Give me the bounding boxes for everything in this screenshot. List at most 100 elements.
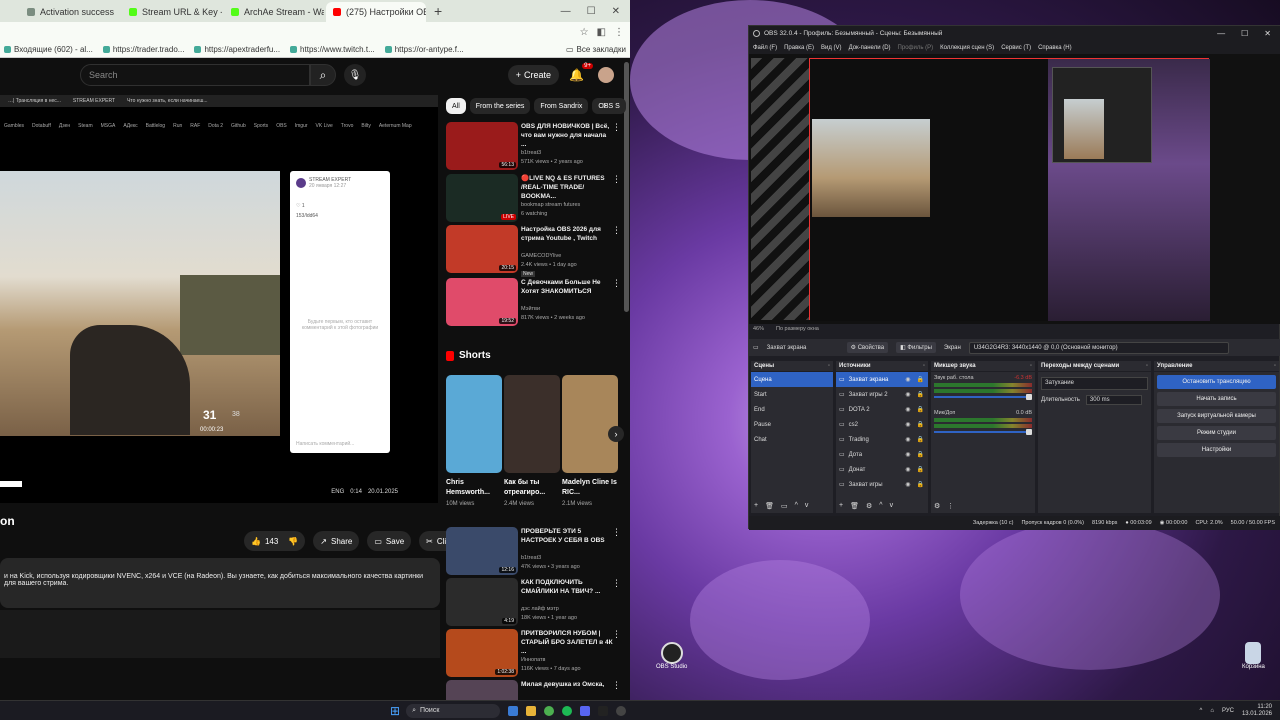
recommendation-title[interactable]: КАК ПОДКЛЮЧИТЬ СМАЙЛИКИ НА ТВИЧ? ...	[521, 578, 613, 596]
eye-icon[interactable]: ◉	[905, 481, 910, 488]
maximize-icon[interactable]: ☐	[587, 6, 596, 17]
clock[interactable]: 11:20 13.01.2026	[1242, 704, 1272, 718]
chrome-icon[interactable]	[544, 705, 555, 716]
video-thumbnail[interactable]	[446, 680, 518, 700]
channel-name[interactable]: Иннопатв	[521, 657, 545, 663]
channel-name[interactable]: bookmap stream futures	[521, 202, 580, 208]
eye-icon[interactable]: ◉	[905, 466, 910, 473]
recommendation-item[interactable]: 19:52 С Девочками Больше Не Хотят ЗНАКОМИ…	[446, 278, 626, 328]
browser-tab-active[interactable]: (275) Настройки OBS для Kick✕	[326, 2, 426, 22]
bookmark-item[interactable]: https://trader.trado...	[102, 45, 184, 54]
lock-icon[interactable]: 🔒	[917, 376, 924, 383]
windows-start-icon[interactable]: ⊞	[390, 704, 400, 718]
preview-canvas[interactable]	[809, 58, 1210, 321]
volume-slider[interactable]	[934, 394, 1032, 400]
more-icon[interactable]: ⋮	[612, 680, 621, 691]
video-thumbnail[interactable]: 12:16	[446, 527, 518, 575]
minimize-icon[interactable]: —	[561, 6, 571, 17]
dock-menu-icon[interactable]: ▫	[828, 363, 833, 369]
move-down-icon[interactable]: v	[890, 502, 894, 510]
lock-icon[interactable]: 🔒	[917, 481, 924, 488]
video-description[interactable]: и на Kick, используя кодировщики NVENC, …	[0, 558, 440, 608]
obs-menu-item[interactable]: Справка (H)	[1038, 45, 1072, 51]
chevron-right-icon[interactable]: ›	[603, 100, 606, 111]
eye-icon[interactable]: ◉	[905, 451, 910, 458]
bookmark-item[interactable]: https://apextraderfu...	[194, 45, 280, 54]
more-icon[interactable]: ⋮	[612, 629, 621, 640]
recommendation-title[interactable]: OBS ДЛЯ НОВИЧКОВ | Всё, что вам нужно дл…	[521, 122, 613, 149]
taskbar-search[interactable]: ⌕ Поиск	[406, 703, 501, 718]
display-select[interactable]: U34G2G4R3: 3440x1440 @ 0,0 (Основной мон…	[968, 341, 1229, 354]
recommendation-item[interactable]: Милая девушка из Омска, ⋮	[446, 680, 626, 700]
trash-icon[interactable]: 🗑	[850, 502, 859, 510]
filter-icon[interactable]: ▭	[781, 502, 788, 510]
recommendation-title[interactable]: Милая девушка из Омска,	[521, 680, 613, 689]
more-icon[interactable]: ⋮	[612, 225, 621, 236]
browser-tab[interactable]: ArchAe Stream - Watch Live o✕	[224, 2, 324, 22]
scene-item[interactable]: Сцена	[751, 372, 833, 387]
short-title[interactable]: Madelyn Cline Is RIC...	[562, 478, 618, 498]
mic-icon[interactable]: 🎙	[344, 64, 366, 86]
steam-icon[interactable]	[598, 705, 609, 716]
short-thumbnail[interactable]	[446, 375, 502, 473]
chip-series[interactable]: From the series	[469, 98, 531, 114]
video-player[interactable]: …| Трансляция в нес... STREAM EXPERT Что…	[0, 95, 438, 503]
video-thumbnail[interactable]: 20:15	[446, 225, 518, 273]
move-up-icon[interactable]: ^	[795, 502, 798, 510]
source-item[interactable]: ▭ Захват игры ◉ 🔒	[836, 477, 928, 492]
thumbs-down-icon[interactable]: 👎	[288, 537, 298, 546]
eye-icon[interactable]: ◉	[905, 391, 910, 398]
lock-icon[interactable]: 🔒	[917, 451, 924, 458]
channel-name[interactable]: GAMECODYlive	[521, 253, 561, 259]
more-icon[interactable]: ⋮	[947, 502, 954, 510]
minimize-icon[interactable]: —	[1217, 29, 1225, 38]
lock-icon[interactable]: 🔒	[917, 466, 924, 473]
share-button[interactable]: ↗ Share	[313, 531, 360, 551]
recommendation-item[interactable]: 20:15 Настройка OBS 2026 для стрима Youtu…	[446, 225, 626, 277]
obs-menu-item[interactable]: Профиль (P)	[898, 45, 934, 51]
trash-icon[interactable]: 🗑	[765, 502, 774, 510]
volume-slider[interactable]	[934, 429, 1032, 435]
like-button[interactable]: 👍 143 👎	[244, 531, 306, 551]
add-icon[interactable]: +	[839, 502, 843, 510]
desktop-icon-obs[interactable]: OBS Studio	[656, 642, 687, 670]
eye-icon[interactable]: ◉	[905, 436, 910, 443]
desktop-icon-recycle-bin[interactable]: Корзина	[1242, 642, 1265, 670]
discord-icon[interactable]	[580, 705, 591, 716]
more-icon[interactable]: ⋮	[612, 527, 621, 538]
source-item[interactable]: ▭ Захват экрана ◉ 🔒	[836, 372, 928, 387]
source-item[interactable]: ▭ cs2 ◉ 🔒	[836, 417, 928, 432]
settings-button[interactable]: Настройки	[1157, 443, 1276, 457]
chip-channel[interactable]: From Sandrix	[534, 98, 589, 114]
source-item[interactable]: ▭ Дота ◉ 🔒	[836, 447, 928, 462]
recommendation-item[interactable]: LIVE 🔴LIVE NQ & ES FUTURES /REAL-TIME TRA…	[446, 174, 626, 224]
dock-menu-icon[interactable]: ▫	[1030, 363, 1035, 369]
chip-all[interactable]: All	[446, 98, 466, 114]
obs-menu-item[interactable]: Вид (V)	[821, 45, 842, 51]
gear-icon[interactable]: ⚙	[934, 502, 940, 510]
avatar[interactable]	[598, 67, 614, 83]
channel-name[interactable]: Мэйтви	[521, 306, 540, 312]
dock-menu-icon[interactable]: ▫	[1274, 363, 1279, 369]
source-item[interactable]: ▭ DOTA 2 ◉ 🔒	[836, 402, 928, 417]
new-tab-button[interactable]: +	[428, 3, 448, 19]
recommendation-item[interactable]: 4:19 КАК ПОДКЛЮЧИТЬ СМАЙЛИКИ НА ТВИЧ? ...…	[446, 578, 626, 628]
recommendation-title[interactable]: С Девочками Больше Не Хотят ЗНАКОМИТЬСЯ	[521, 278, 613, 296]
move-down-icon[interactable]: v	[805, 502, 809, 510]
lock-icon[interactable]: 🔒	[917, 421, 924, 428]
video-thumbnail[interactable]: 56:13	[446, 122, 518, 170]
scene-item[interactable]: Start	[751, 387, 833, 402]
gear-icon[interactable]: ⚙	[866, 502, 872, 510]
recommendation-title[interactable]: 🔴LIVE NQ & ES FUTURES /REAL-TIME TRADE/ …	[521, 174, 613, 201]
save-button[interactable]: ▭ Save	[367, 531, 412, 551]
obs-menu-item[interactable]: Коллекция сцен (S)	[940, 45, 994, 51]
more-icon[interactable]: ⋮	[612, 122, 621, 133]
lock-icon[interactable]: 🔒	[917, 436, 924, 443]
more-icon[interactable]: ⋮	[612, 174, 621, 185]
recommendation-title[interactable]: Настройка OBS 2026 для стрима Youtube , …	[521, 225, 613, 243]
scene-item[interactable]: Chat	[751, 432, 833, 447]
eye-icon[interactable]: ◉	[905, 376, 910, 383]
dock-menu-icon[interactable]: ▫	[1146, 363, 1151, 369]
video-thumbnail[interactable]: 4:19	[446, 578, 518, 626]
menu-icon[interactable]: ⋮	[614, 27, 624, 38]
